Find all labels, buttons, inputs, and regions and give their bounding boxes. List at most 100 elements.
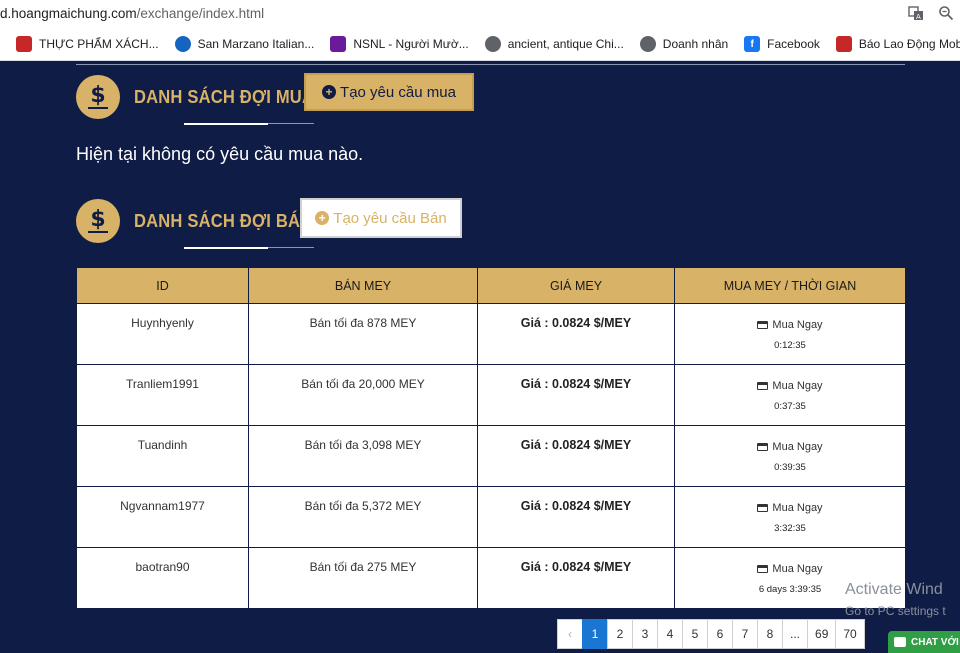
column-header-price: GIÁ MEY (477, 267, 675, 304)
bookmark-item[interactable]: THỰC PHẨM XÁCH... (16, 36, 159, 52)
buy-now-button[interactable]: Mua Ngay (757, 563, 823, 575)
bookmarks-bar: THỰC PHẨM XÁCH... San Marzano Italian... N… (0, 28, 960, 61)
bookmark-item[interactable]: Báo Lao Động Mob... (835, 36, 960, 52)
seller-id: baotran90 (76, 547, 249, 609)
table-row: Ngvannam1977 Bán tối đa 5,372 MEY Giá : 0.… (76, 486, 906, 548)
chat-icon (894, 637, 906, 647)
elapsed-time: 0:37:35 (774, 401, 806, 412)
pagination-page[interactable]: 70 (835, 619, 865, 649)
title-underline-accent (184, 123, 268, 125)
bookmark-label: San Marzano Italian... (197, 37, 315, 51)
create-buy-request-button[interactable]: + Tạo yêu cầu mua (304, 73, 474, 111)
credit-card-icon (757, 382, 769, 390)
dollar-coin-icon: $ (76, 199, 120, 243)
credit-card-icon (757, 443, 769, 451)
pagination-prev[interactable]: ‹ (557, 619, 583, 649)
buy-now-button[interactable]: Mua Ngay (757, 319, 823, 331)
create-sell-request-button[interactable]: + Tạo yêu cầu Bán (300, 198, 462, 238)
pagination-ellipsis: ... (782, 619, 809, 649)
bookmark-label: ancient, antique Chi... (507, 37, 624, 51)
sell-section-title: DANH SÁCH ĐỢI BÁN (134, 210, 313, 231)
table-row: baotran90 Bán tối đa 275 MEY Giá : 0.0824 … (76, 547, 906, 609)
pagination-page[interactable]: 3 (632, 619, 658, 649)
create-buy-request-label: Tạo yêu cầu mua (340, 83, 456, 101)
seller-id: Huynhyenly (76, 303, 249, 365)
sell-amount: Bán tối đa 5,372 MEY (248, 486, 478, 548)
title-underline-accent (184, 247, 268, 249)
bookmark-label: NSNL - Người Mườ... (353, 37, 469, 51)
exchange-page: $ DANH SÁCH ĐỢI MUA + Tạo yêu cầu mua Hi… (0, 62, 960, 653)
price: Giá : 0.0824 $/MEY (477, 547, 675, 609)
pagination-page[interactable]: 4 (657, 619, 683, 649)
pagination: ‹ 1 2 3 4 5 6 7 8... 69 70 (557, 619, 865, 649)
buy-section-header: $ DANH SÁCH ĐỢI MUA (76, 75, 330, 125)
browser-address-bar[interactable]: d.hoangmaichung.com/exchange/index.html … (0, 0, 960, 28)
buy-cell: Mua Ngay 0:37:35 (674, 364, 906, 426)
table-header-row: ID BÁN MEY GIÁ MEY MUA MEY / THỜI GIAN (76, 267, 906, 304)
buy-now-label: Mua Ngay (772, 380, 823, 392)
table-row: Huynhyenly Bán tối đa 878 MEY Giá : 0.0824… (76, 303, 906, 365)
url-path: /exchange/index.html (136, 6, 265, 21)
credit-card-icon (757, 565, 769, 573)
globe-icon (484, 36, 501, 52)
pagination-page[interactable]: 1 (582, 619, 608, 649)
zoom-icon[interactable] (938, 5, 954, 21)
bookmark-item[interactable]: ancient, antique Chi... (484, 36, 624, 52)
bookmark-item[interactable]: NSNL - Người Mườ... (330, 36, 469, 52)
empty-buy-message: Hiện tại không có yêu cầu mua nào. (76, 144, 364, 164)
bookmark-label: Facebook (767, 37, 820, 51)
pagination-page[interactable]: 2 (607, 619, 633, 649)
bookmark-item[interactable]: f Facebook (744, 36, 820, 52)
buy-section-title: DANH SÁCH ĐỢI MUA (134, 86, 315, 107)
game-icon (330, 36, 347, 52)
price: Giá : 0.0824 $/MEY (477, 425, 675, 487)
buy-now-label: Mua Ngay (772, 502, 823, 514)
elapsed-time: 0:12:35 (774, 340, 806, 351)
bookmark-label: THỰC PHẨM XÁCH... (39, 37, 159, 51)
buy-now-label: Mua Ngay (772, 563, 823, 575)
pagination-page[interactable]: 69 (807, 619, 837, 649)
table-row: Tuandinh Bán tối đa 3,098 MEY Giá : 0.0824… (76, 425, 906, 487)
pagination-page[interactable]: 6 (707, 619, 733, 649)
buy-cell: Mua Ngay 0:12:35 (674, 303, 906, 365)
bookmark-item[interactable]: San Marzano Italian... (174, 36, 315, 52)
translate-icon[interactable]: A (908, 5, 924, 21)
buy-cell: Mua Ngay 6 days 3:39:35 (674, 547, 906, 609)
browser-actions: A (908, 5, 954, 21)
pagination-page[interactable]: 5 (682, 619, 708, 649)
sell-amount: Bán tối đa 275 MEY (248, 547, 478, 609)
pagination-page[interactable]: 7 (732, 619, 758, 649)
buy-cell: Mua Ngay 3:32:35 (674, 486, 906, 548)
seller-id: Ngvannam1977 (76, 486, 249, 548)
plus-circle-icon: + (315, 211, 330, 225)
column-header-buy-time: MUA MEY / THỜI GIAN (674, 267, 906, 304)
url-text[interactable]: d.hoangmaichung.com/exchange/index.html (0, 6, 264, 21)
chat-button[interactable]: CHAT VỚI (888, 631, 960, 653)
credit-card-icon (757, 321, 769, 329)
plus-circle-icon: + (322, 85, 337, 99)
seller-id: Tranliem1991 (76, 364, 249, 426)
buy-now-button[interactable]: Mua Ngay (757, 502, 823, 514)
column-header-id: ID (76, 267, 249, 304)
price: Giá : 0.0824 $/MEY (477, 303, 675, 365)
activate-windows-watermark: Activate Wind (845, 581, 943, 598)
credit-card-icon (757, 504, 769, 512)
buy-now-label: Mua Ngay (772, 319, 823, 331)
globe-icon (174, 36, 191, 52)
price: Giá : 0.0824 $/MEY (477, 486, 675, 548)
chat-label: CHAT VỚI (911, 636, 959, 648)
sell-amount: Bán tối đa 878 MEY (248, 303, 478, 365)
buy-now-button[interactable]: Mua Ngay (757, 380, 823, 392)
price: Giá : 0.0824 $/MEY (477, 364, 675, 426)
sell-amount: Bán tối đa 3,098 MEY (248, 425, 478, 487)
pagination-page[interactable]: 8 (757, 619, 783, 649)
buy-now-label: Mua Ngay (772, 441, 823, 453)
buy-now-button[interactable]: Mua Ngay (757, 441, 823, 453)
facebook-icon: f (744, 36, 761, 52)
sell-amount: Bán tối đa 20,000 MEY (248, 364, 478, 426)
sell-orders-table: ID BÁN MEY GIÁ MEY MUA MEY / THỜI GIAN H… (76, 267, 906, 609)
globe-icon (639, 36, 656, 52)
elapsed-time: 0:39:35 (774, 462, 806, 473)
news-icon (835, 36, 852, 52)
bookmark-item[interactable]: Doanh nhân (639, 36, 728, 52)
